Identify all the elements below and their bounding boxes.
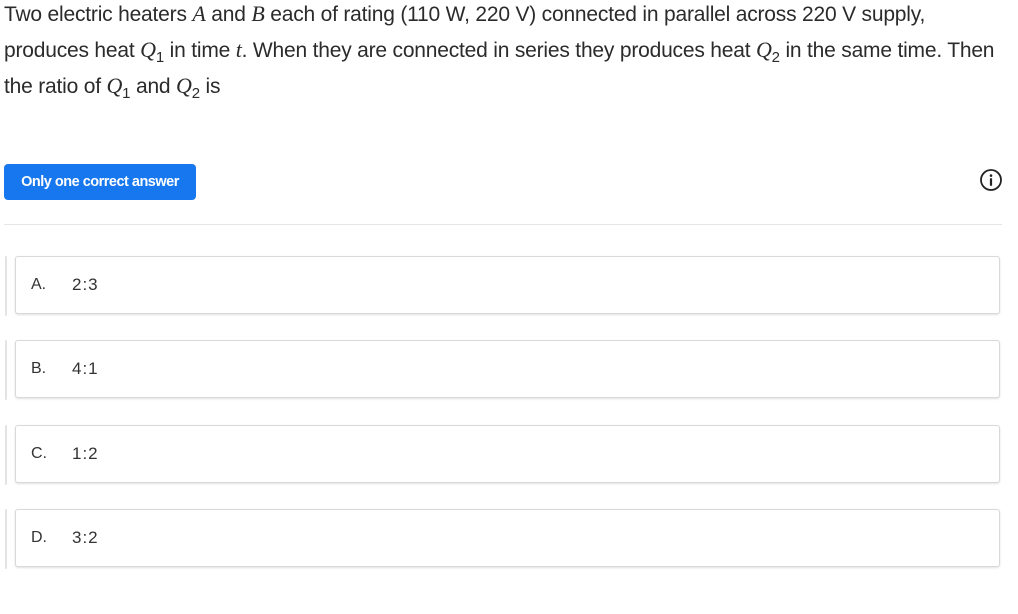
option-letter: D. [31,529,47,546]
option-value: 3:2 [72,528,99,547]
option-d[interactable]: D. 3:2 [15,509,1000,567]
subscript-2: 2 [191,85,200,102]
option-marker [5,256,7,316]
option-letter: B. [31,360,47,377]
option-c[interactable]: C. 1:2 [15,425,1000,483]
option-marker [5,509,7,569]
option-value: 1:2 [72,444,99,463]
option-letter: A. [31,276,47,293]
question-page: Two electric heaters A and B each of rat… [0,0,1018,614]
variable-q2: Q [755,37,772,62]
question-segment: in time [164,39,236,62]
variable-q1: Q [106,73,123,98]
option-value: 4:1 [72,359,99,378]
question-segment: and [130,75,177,98]
info-icon[interactable] [979,168,1003,192]
question-text: Two electric heaters A and B each of rat… [4,0,1009,104]
question-segment: . When they are connected in series they… [241,39,756,62]
option-marker [5,425,7,485]
subscript-1: 1 [155,49,164,66]
divider [4,224,1002,225]
variable-a: A [192,1,206,26]
variable-q1: Q [140,37,156,62]
option-b[interactable]: B. 4:1 [15,340,1000,398]
answer-type-badge: Only one correct answer [4,164,196,200]
variable-q2: Q [176,73,192,98]
question-segment: is [199,75,221,98]
option-a[interactable]: A. 2:3 [15,256,1000,314]
option-letter: C. [31,445,47,462]
option-marker [5,340,7,400]
variable-b: B [251,1,265,26]
subscript-2: 2 [771,49,780,66]
option-value: 2:3 [72,275,99,294]
question-segment: Two electric heaters [4,3,193,26]
question-segment: and [205,3,252,26]
